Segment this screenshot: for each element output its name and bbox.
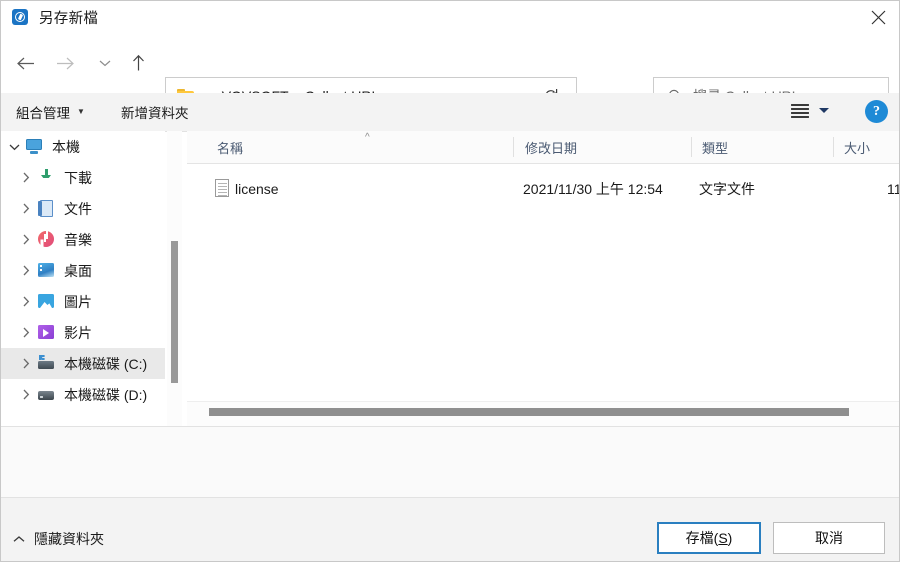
chevron-right-icon[interactable] <box>15 172 37 183</box>
sidebar-item-label: 桌面 <box>64 262 92 279</box>
save-as-dialog: 另存新檔 « VOVSOFT › Collect URL <box>0 0 900 562</box>
close-icon[interactable] <box>855 1 899 33</box>
command-bar: 組合管理 ▼ 新增資料夾 ? <box>1 93 899 132</box>
back-icon[interactable] <box>9 47 41 79</box>
list-view-icon[interactable] <box>791 104 809 119</box>
new-folder-label: 新增資料夾 <box>121 106 189 121</box>
music-icon <box>37 231 55 248</box>
file-list: ^ 名稱 修改日期 類型 大小 license 2021/11/30 上午 12… <box>187 131 899 397</box>
chevron-right-icon[interactable] <box>15 203 37 214</box>
navigation-tree: 本機 下載 文件 音樂 桌面 圖片 影片 本機磁碟 (C:) 本機磁碟 (D:) <box>1 131 165 426</box>
cell-name: license <box>235 181 279 197</box>
column-header-date-modified[interactable]: 修改日期 <box>525 131 577 163</box>
sidebar-item-label: 影片 <box>64 324 92 341</box>
navigation-bar: « VOVSOFT › Collect URL 搜尋 Collect URL <box>1 33 899 115</box>
chevron-up-icon <box>13 535 25 543</box>
cell-type: 文字文件 <box>699 181 755 197</box>
column-divider[interactable] <box>691 137 692 157</box>
chevron-right-icon[interactable] <box>15 234 37 245</box>
dialog-footer <box>1 497 899 561</box>
chevron-down-icon: ▼ <box>77 107 85 116</box>
chevron-right-icon[interactable] <box>15 265 37 276</box>
drive-c-icon <box>37 355 55 372</box>
save-label-pre: 存檔( <box>685 530 719 546</box>
window-title: 另存新檔 <box>39 10 99 27</box>
compass-icon <box>12 9 28 25</box>
column-header-type[interactable]: 類型 <box>702 131 728 163</box>
recent-locations-chevron-down-icon[interactable] <box>89 47 121 79</box>
sidebar-item-drive-d[interactable]: 本機磁碟 (D:) <box>1 379 165 410</box>
cancel-button[interactable]: 取消 <box>773 522 885 554</box>
chevron-right-icon[interactable] <box>15 296 37 307</box>
title-bar: 另存新檔 <box>1 1 899 33</box>
column-divider[interactable] <box>833 137 834 157</box>
column-headers: ^ 名稱 修改日期 類型 大小 <box>187 131 899 164</box>
chevron-right-icon[interactable] <box>15 389 37 400</box>
hide-folders-toggle[interactable]: 隱藏資料夾 <box>13 529 104 549</box>
file-list-hscrollbar-thumb[interactable] <box>209 408 849 416</box>
organize-button[interactable]: 組合管理 ▼ <box>16 93 85 131</box>
sidebar-item-label: 本機 <box>52 138 80 155</box>
desktop-icon <box>37 262 55 279</box>
save-accel: S <box>718 530 728 546</box>
save-button[interactable]: 存檔(S) <box>657 522 761 554</box>
sidebar-item-music[interactable]: 音樂 <box>1 224 165 255</box>
cell-size: 11 <box>887 181 899 197</box>
pc-icon <box>25 138 43 155</box>
sidebar-item-videos[interactable]: 影片 <box>1 317 165 348</box>
tree-scrollbar-thumb[interactable] <box>171 241 178 383</box>
table-row[interactable]: license 2021/11/30 上午 12:54 文字文件 11 <box>187 175 899 203</box>
cell-date-modified: 2021/11/30 上午 12:54 <box>523 181 663 197</box>
pictures-icon <box>37 293 55 310</box>
column-header-size[interactable]: 大小 <box>844 131 870 163</box>
view-options-chevron-down-icon[interactable] <box>819 108 829 113</box>
chevron-right-icon[interactable] <box>15 358 37 369</box>
chevron-right-icon[interactable] <box>15 327 37 338</box>
up-icon[interactable] <box>122 47 154 79</box>
videos-icon <box>37 324 55 341</box>
form-area: 檔案名稱(N): 存檔類型(T): Text File (*.txt) <box>1 427 899 497</box>
hide-folders-label: 隱藏資料夾 <box>34 531 104 547</box>
text-file-icon <box>215 179 229 197</box>
drive-d-icon <box>37 386 55 403</box>
sidebar-item-drive-c[interactable]: 本機磁碟 (C:) <box>1 348 165 379</box>
sidebar-item-documents[interactable]: 文件 <box>1 193 165 224</box>
help-button[interactable]: ? <box>865 100 888 123</box>
column-header-name[interactable]: 名稱 <box>217 131 243 163</box>
sidebar-item-downloads[interactable]: 下載 <box>1 162 165 193</box>
sidebar-item-label: 本機磁碟 (C:) <box>64 355 148 372</box>
sidebar-item-this-pc[interactable]: 本機 <box>1 131 165 162</box>
downloads-icon <box>37 169 55 186</box>
sidebar-item-pictures[interactable]: 圖片 <box>1 286 165 317</box>
sidebar-item-label: 音樂 <box>64 231 92 248</box>
sidebar-item-desktop[interactable]: 桌面 <box>1 255 165 286</box>
sidebar-item-label: 文件 <box>64 200 92 217</box>
documents-icon <box>37 200 55 217</box>
sidebar-item-label: 圖片 <box>64 293 92 310</box>
forward-icon[interactable] <box>49 47 81 79</box>
sort-ascending-icon: ^ <box>365 132 370 143</box>
new-folder-button[interactable]: 新增資料夾 <box>121 93 189 131</box>
chevron-down-icon[interactable] <box>3 143 25 151</box>
organize-label: 組合管理 <box>16 106 70 121</box>
sidebar-item-label: 下載 <box>64 169 92 186</box>
column-divider[interactable] <box>513 137 514 157</box>
save-label-post: ) <box>727 530 733 546</box>
sidebar-item-label: 本機磁碟 (D:) <box>64 386 148 403</box>
